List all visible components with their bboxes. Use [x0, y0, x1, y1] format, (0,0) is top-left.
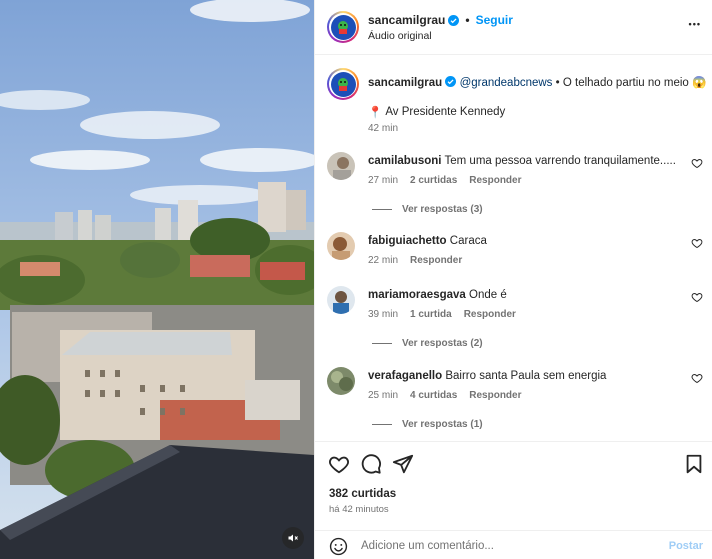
more-options-button[interactable]: •••	[689, 14, 701, 32]
comment-input[interactable]	[361, 537, 651, 555]
reply-button[interactable]: Responder	[410, 255, 462, 266]
add-comment-bar: Postar	[315, 530, 712, 559]
comment-likes-link[interactable]: 1 curtida	[410, 309, 452, 320]
city-skyline-video-frame	[0, 0, 314, 559]
comment-likes-link[interactable]: 2 curtidas	[410, 175, 457, 186]
comment-meta: 39 min 1 curtida Responder	[368, 309, 516, 320]
post-video[interactable]	[0, 0, 314, 559]
caption-mention-link[interactable]: @grandeabcnews	[460, 77, 553, 89]
verified-badge-icon	[445, 76, 457, 87]
comment-likes-link[interactable]: 4 curtidas	[410, 390, 457, 401]
caption-text: • O telhado partiu no meio 😱	[555, 77, 707, 89]
commenter-avatar[interactable]	[327, 152, 355, 180]
comment-time: 27 min	[368, 175, 399, 186]
verified-badge-icon	[448, 14, 460, 26]
comment-text: Tem uma pessoa varrendo tranquilamente..…	[444, 155, 676, 167]
commenter-username[interactable]: fabiguiachetto	[368, 235, 447, 247]
caption-avatar[interactable]	[327, 68, 359, 100]
comment-text-line: fabiguiachetto Caraca	[368, 235, 487, 247]
comment-text: Bairro santa Paula sem energia	[445, 370, 607, 382]
caption-text-line: sancamilgrau @grandeabcnews • O telhado …	[368, 75, 706, 89]
more-options-icon: •••	[688, 19, 701, 29]
commenter-avatar[interactable]	[327, 367, 355, 395]
replies-divider	[372, 343, 392, 344]
comment-time: 25 min	[368, 390, 399, 401]
like-comment-heart-icon[interactable]	[691, 157, 703, 169]
reply-button[interactable]: Responder	[469, 390, 521, 401]
likes-count[interactable]: 382 curtidas	[329, 488, 396, 500]
comment-item: verafaganello Bairro santa Paula sem ene…	[327, 367, 703, 430]
commenter-username[interactable]: camilabusoni	[368, 155, 442, 167]
commenter-username[interactable]: verafaganello	[368, 370, 442, 382]
reply-button[interactable]: Responder	[469, 175, 521, 186]
follow-button[interactable]: Seguir	[476, 13, 513, 27]
caption-location: 📍 Av Presidente Kennedy	[368, 105, 505, 119]
view-replies-button[interactable]: Ver respostas (2)	[372, 338, 483, 349]
save-bookmark-icon[interactable]	[683, 453, 705, 475]
post-timestamp: há 42 minutos	[329, 504, 389, 515]
post-details-panel: sancamilgrau • Seguir Áudio original •••	[314, 0, 712, 559]
comment-time: 22 min	[368, 255, 399, 266]
author-username[interactable]: sancamilgrau	[368, 13, 445, 27]
like-comment-heart-icon[interactable]	[691, 372, 703, 384]
comment-item: mariamoraesgava Onde é 39 min 1 curtida …	[327, 286, 703, 349]
comment-text-line: verafaganello Bairro santa Paula sem ene…	[368, 370, 606, 382]
replies-divider	[372, 209, 392, 210]
mute-button[interactable]	[282, 527, 304, 549]
cartoon-avatar-icon	[338, 21, 348, 34]
caption-time: 42 min	[368, 123, 399, 134]
location-text: Av Presidente Kennedy	[385, 106, 506, 118]
view-replies-label: Ver respostas (2)	[402, 338, 483, 349]
comment-meta: 25 min 4 curtidas Responder	[368, 390, 522, 401]
commenter-avatar[interactable]	[327, 286, 355, 314]
post-header: sancamilgrau • Seguir Áudio original •••	[315, 0, 712, 55]
location-pin-icon: 📍	[368, 107, 383, 119]
reply-button[interactable]: Responder	[464, 309, 516, 320]
comment-time: 39 min	[368, 309, 399, 320]
comment-text: Onde é	[469, 289, 507, 301]
comment-text-line: camilabusoni Tem uma pessoa varrendo tra…	[368, 155, 676, 167]
comment-meta: 27 min 2 curtidas Responder	[368, 175, 522, 186]
separator-dot: •	[465, 13, 470, 27]
comment-text: Caraca	[449, 235, 487, 247]
commenter-username[interactable]: mariamoraesgava	[368, 289, 466, 301]
like-heart-icon[interactable]	[328, 453, 350, 475]
emoji-smiley-icon[interactable]	[329, 537, 348, 556]
replies-divider	[372, 424, 392, 425]
view-replies-label: Ver respostas (3)	[402, 204, 483, 215]
commenter-avatar[interactable]	[327, 232, 355, 260]
comment-bubble-icon[interactable]	[360, 453, 382, 475]
caption-username[interactable]: sancamilgrau	[368, 77, 442, 89]
view-replies-button[interactable]: Ver respostas (3)	[372, 204, 483, 215]
share-paper-plane-icon[interactable]	[392, 453, 414, 475]
post-actions: 382 curtidas há 42 minutos	[315, 441, 712, 525]
audio-label[interactable]: Áudio original	[368, 30, 432, 42]
comment-meta: 22 min Responder	[368, 255, 462, 266]
author-avatar[interactable]	[327, 11, 359, 43]
view-replies-button[interactable]: Ver respostas (1)	[372, 419, 483, 430]
cartoon-avatar-icon	[338, 78, 348, 91]
post-comment-button[interactable]: Postar	[669, 540, 703, 552]
comment-item: fabiguiachetto Caraca 22 min Responder	[327, 232, 703, 272]
view-replies-label: Ver respostas (1)	[402, 419, 483, 430]
comment-item: camilabusoni Tem uma pessoa varrendo tra…	[327, 152, 703, 215]
like-comment-heart-icon[interactable]	[691, 237, 703, 249]
like-comment-heart-icon[interactable]	[691, 291, 703, 303]
speaker-muted-icon	[288, 534, 298, 542]
author-row: sancamilgrau • Seguir	[368, 13, 513, 27]
comment-text-line: mariamoraesgava Onde é	[368, 289, 507, 301]
